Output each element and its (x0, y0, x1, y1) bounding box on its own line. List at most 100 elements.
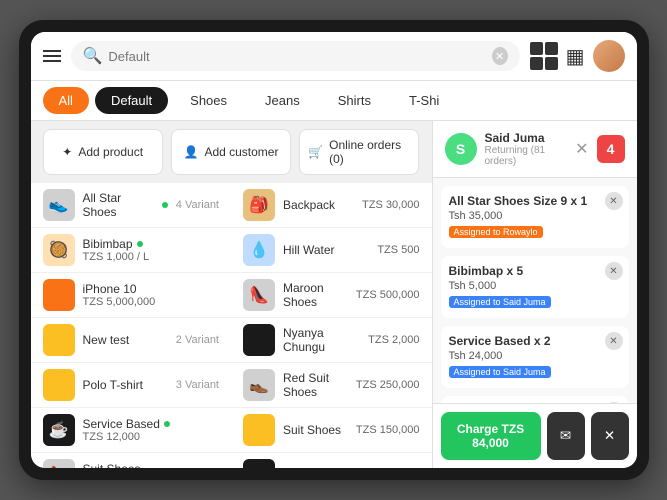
cart-item-remove-button[interactable]: ✕ (605, 262, 623, 280)
cart-item-price: Tsh 5,000 (449, 280, 621, 292)
user-avatar[interactable] (593, 40, 625, 72)
product-name: New test (83, 333, 168, 347)
product-info: Maroon Shoes (283, 281, 348, 309)
product-info: Red Suit Shoes (283, 371, 348, 399)
main-content: ✦ Add product 👤 Add customer 🛒 Online or… (31, 121, 637, 468)
list-item[interactable]: ☕ Service Based TZS 12,000 (31, 408, 232, 453)
product-price: TZS 150,000 (356, 424, 420, 436)
online-orders-icon: 🛒 (308, 145, 323, 159)
cart-item-remove-button[interactable]: ✕ (605, 192, 623, 210)
product-info: Service Based TZS 12,000 (83, 417, 212, 443)
add-customer-button[interactable]: 👤 Add customer (171, 129, 291, 175)
tab-shirts[interactable]: Shirts (322, 87, 387, 114)
list-item[interactable]: 💧 Hill Water TZS 500 (231, 228, 432, 273)
product-name: Suit Shoes (83, 462, 212, 468)
product-name: iPhone 10 (83, 282, 212, 296)
product-price: TZS 500,000 (356, 289, 420, 301)
barcode-icon[interactable]: ▦ (566, 44, 585, 69)
customer-name: Said Juma (485, 131, 568, 145)
add-product-icon: ✦ (62, 145, 72, 159)
tab-jeans[interactable]: Jeans (249, 87, 316, 114)
product-name: Backpack (283, 198, 354, 212)
product-variant: 3 Variant (176, 379, 219, 391)
email-button[interactable]: ✉ (547, 412, 585, 460)
list-item[interactable]: 👞 Red Suit Shoes TZS 250,000 (231, 363, 432, 408)
cart-footer: Charge TZS 84,000 ✉ ✕ (433, 403, 637, 468)
product-thumbnail: 🎒 (243, 189, 275, 221)
list-item[interactable]: 👠 Suit Shoes TZS 250,000 (31, 453, 232, 468)
product-list-left: 👟 All Star Shoes 4 Variant 🥘 Bibimbap TZ… (31, 183, 232, 468)
cart-item-badge: Assigned to Said Juma (449, 366, 551, 378)
product-thumbnail: 🥘 (43, 234, 75, 266)
products-grid: 👟 All Star Shoes 4 Variant 🥘 Bibimbap TZ… (31, 183, 432, 468)
product-thumbnail: 👠 (43, 459, 75, 468)
tab-all[interactable]: All (43, 87, 89, 114)
product-thumbnail: ☕ (43, 414, 75, 446)
cancel-order-button[interactable]: ✕ (591, 412, 629, 460)
email-icon: ✉ (560, 428, 571, 444)
list-item[interactable]: 🎒 Backpack TZS 30,000 (231, 183, 432, 228)
cart-item: ✕ All Star Shoes Size 9 x 1 Tsh 35,000 A… (441, 186, 629, 248)
product-thumbnail: 👟 (43, 189, 75, 221)
product-price: TZS 5,000,000 (83, 296, 212, 308)
list-item[interactable]: iPhone 10 TZS 5,000,000 (31, 273, 232, 318)
screen: 🔍 ✕ ▦ All Default Shoes Jeans Shirts T-S… (31, 32, 637, 468)
list-item[interactable]: 👠 Maroon Shoes TZS 500,000 (231, 273, 432, 318)
customer-subtitle: Returning (81 orders) (485, 145, 568, 167)
cart-close-button[interactable]: ✕ (575, 139, 588, 159)
list-item[interactable]: Polo T-shirt 3 Variant (31, 363, 232, 408)
product-price: TZS 500 (377, 244, 419, 256)
cart-item: ✕ Bibimbap x 5 Tsh 5,000 Assigned to Sai… (441, 256, 629, 318)
product-variant: 2 Variant (176, 334, 219, 346)
add-customer-label: Add customer (204, 145, 278, 159)
action-buttons: ✦ Add product 👤 Add customer 🛒 Online or… (31, 121, 432, 183)
product-info: Nyanya Chungu (283, 326, 360, 354)
search-clear-button[interactable]: ✕ (492, 47, 508, 65)
list-item[interactable]: 👟 All Star Shoes 4 Variant (31, 183, 232, 228)
cart-count-badge: 4 (597, 135, 625, 163)
list-item[interactable]: Test TZS 20,000 (231, 453, 432, 468)
list-item[interactable]: New test 2 Variant (31, 318, 232, 363)
cart-items-list: ✕ All Star Shoes Size 9 x 1 Tsh 35,000 A… (433, 178, 637, 403)
grid-view-icon[interactable] (530, 42, 558, 70)
menu-icon[interactable] (43, 50, 61, 62)
cancel-icon: ✕ (604, 428, 615, 444)
product-name: All Star Shoes (83, 191, 168, 219)
tab-shoes[interactable]: Shoes (174, 87, 243, 114)
product-thumbnail: 💧 (243, 234, 275, 266)
online-orders-label: Online orders (0) (329, 138, 410, 166)
cart-item-remove-button[interactable]: ✕ (605, 402, 623, 403)
customer-info: Said Juma Returning (81 orders) (485, 131, 568, 167)
list-item[interactable]: Nyanya Chungu TZS 2,000 (231, 318, 432, 363)
customer-avatar: S (445, 133, 477, 165)
product-price: TZS 12,000 (83, 431, 212, 443)
cart-item-badge: Assigned to Rowaylo (449, 226, 543, 238)
cart-item-remove-button[interactable]: ✕ (605, 332, 623, 350)
product-name: Polo T-shirt (83, 378, 168, 392)
product-name: Suit Shoes (283, 423, 348, 437)
product-thumbnail (243, 324, 275, 356)
tab-default[interactable]: Default (95, 87, 168, 114)
product-info: Hill Water (283, 243, 369, 257)
add-product-button[interactable]: ✦ Add product (43, 129, 163, 175)
tab-tshi[interactable]: T-Shi (393, 87, 455, 114)
search-bar: 🔍 ✕ (71, 41, 520, 71)
product-info: Backpack (283, 198, 354, 212)
product-thumbnail: 👠 (243, 279, 275, 311)
charge-button[interactable]: Charge TZS 84,000 (441, 412, 541, 460)
list-item[interactable]: Suit Shoes TZS 150,000 (231, 408, 432, 453)
product-thumbnail: 👞 (243, 369, 275, 401)
add-product-label: Add product (78, 145, 143, 159)
product-name: Hill Water (283, 243, 369, 257)
add-customer-icon: 👤 (183, 145, 198, 159)
online-orders-button[interactable]: 🛒 Online orders (0) (299, 129, 419, 175)
product-name: Service Based (83, 417, 212, 431)
product-name: Bibimbap (83, 237, 212, 251)
list-item[interactable]: 🥘 Bibimbap TZS 1,000 / L (31, 228, 232, 273)
product-info: All Star Shoes (83, 191, 168, 219)
cart-item: ✕ Test x 1 Tsh 20,000 Assigned to Said J… (441, 396, 629, 403)
cart-header: S Said Juma Returning (81 orders) ✕ 4 (433, 121, 637, 178)
search-input[interactable] (108, 49, 485, 64)
product-thumbnail (43, 324, 75, 356)
search-icon: 🔍 (83, 46, 103, 66)
